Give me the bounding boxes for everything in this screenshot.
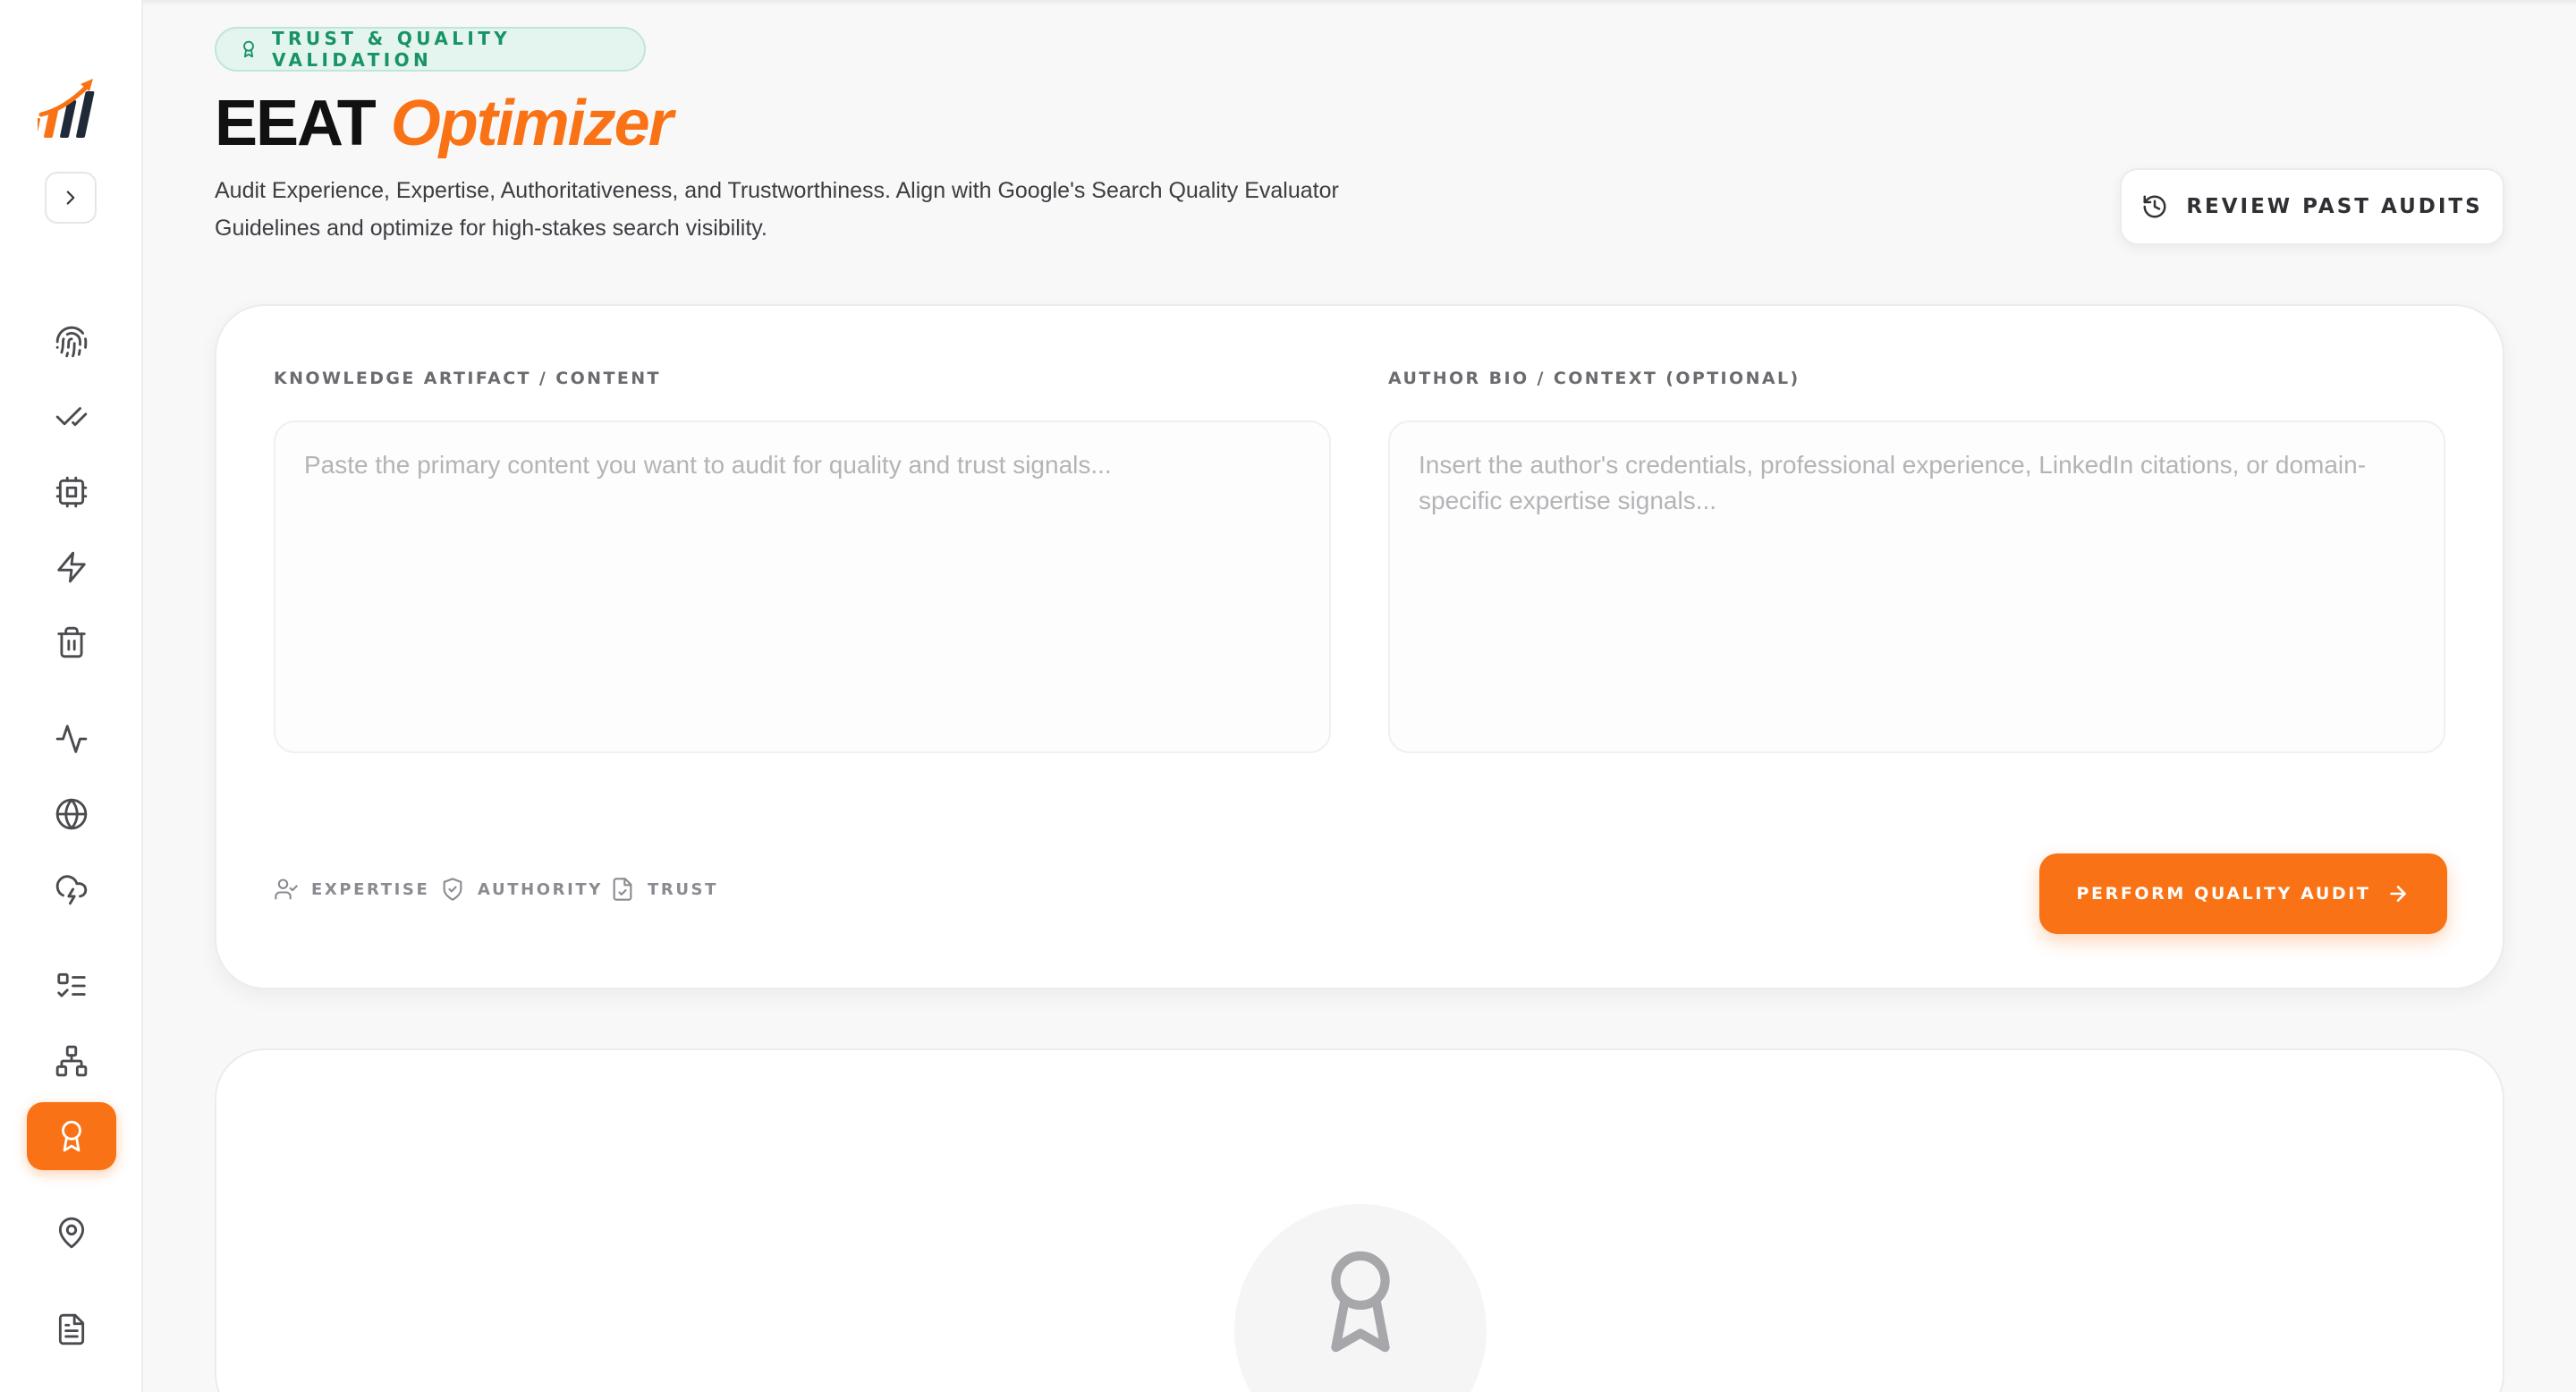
sidebar-item-network[interactable] [27,1027,116,1095]
signal-trust-label: TRUST [648,879,718,899]
subtitle-line-1: Audit Experience, Expertise, Authoritati… [215,178,1339,203]
sidebar-item-list-checks[interactable] [27,952,116,1020]
author-bio-input[interactable] [1388,420,2445,753]
zap-icon [57,551,86,583]
activity-icon [55,725,88,753]
sidebar-item-zap[interactable] [27,533,116,601]
page-title: EEAT Optimizer [215,86,674,161]
subtitle-line-2: Guidelines and optimize for high-stakes … [215,216,767,241]
audit-input-card: KNOWLEDGE ARTIFACT / CONTENT AUTHOR BIO … [215,304,2504,989]
award-icon [243,40,254,58]
signal-trust: TRUST [610,877,718,902]
perform-quality-audit-button[interactable]: PERFORM QUALITY AUDIT [2039,853,2447,934]
shield-check-icon [443,878,462,901]
content-input[interactable] [274,420,1331,753]
file-text-icon [58,1313,85,1345]
section-badge: TRUST & QUALITY VALIDATION [215,27,646,72]
trash-icon [57,626,86,658]
fingerprint-icon [55,326,88,358]
perform-quality-audit-label: PERFORM QUALITY AUDIT [2076,884,2371,904]
cpu-icon [55,476,88,508]
sidebar-item-map-pin[interactable] [27,1199,116,1267]
chevron-right-icon [66,191,75,205]
user-check-icon [275,878,298,900]
page-title-accent: Optimizer [390,88,674,159]
map-pin-icon [58,1217,85,1249]
author-bio-field-label: AUTHOR BIO / CONTEXT (OPTIONAL) [1388,369,1801,388]
badge-label: TRUST & QUALITY VALIDATION [272,28,512,71]
sidebar-item-cpu[interactable] [27,458,116,526]
sidebar-item-file-text[interactable] [27,1295,116,1363]
double-check-icon [55,407,88,427]
signal-expertise: EXPERTISE [274,877,429,902]
sidebar-item-trash[interactable] [27,608,116,676]
brand-logo[interactable] [38,73,106,141]
page-title-main: EEAT [215,88,377,159]
award-icon [1331,1251,1390,1353]
content-field-label: KNOWLEDGE ARTIFACT / CONTENT [274,369,661,388]
sidebar-item-award[interactable] [27,1102,116,1170]
signal-authority-label: AUTHORITY [478,879,603,899]
arrow-right-icon [2390,886,2407,902]
empty-state-illustration [1234,1204,1487,1392]
sidebar-item-globe[interactable] [27,780,116,848]
globe-icon [55,798,88,830]
cloud-lightning-icon [55,875,88,905]
review-past-audits-label: REVIEW PAST AUDITS [2186,195,2483,218]
page-subtitle: Audit Experience, Expertise, Authoritati… [215,172,1413,247]
signal-authority: AUTHORITY [440,877,603,902]
sidebar [0,0,143,1392]
sidebar-item-activity[interactable] [27,705,116,773]
top-shadow [143,0,2576,5]
list-checks-icon [57,972,86,997]
sidebar-item-checks[interactable] [27,383,116,451]
audit-results-card [215,1048,2504,1392]
sidebar-expand-button[interactable] [45,172,97,224]
history-icon [2143,195,2166,218]
sidebar-item-cloud-lightning[interactable] [27,855,116,923]
file-check-icon [613,878,632,901]
review-past-audits-button[interactable]: REVIEW PAST AUDITS [2120,168,2504,245]
award-icon [62,1120,81,1152]
network-icon [55,1045,88,1077]
sidebar-item-fingerprint[interactable] [27,308,116,376]
signal-expertise-label: EXPERTISE [311,879,430,899]
